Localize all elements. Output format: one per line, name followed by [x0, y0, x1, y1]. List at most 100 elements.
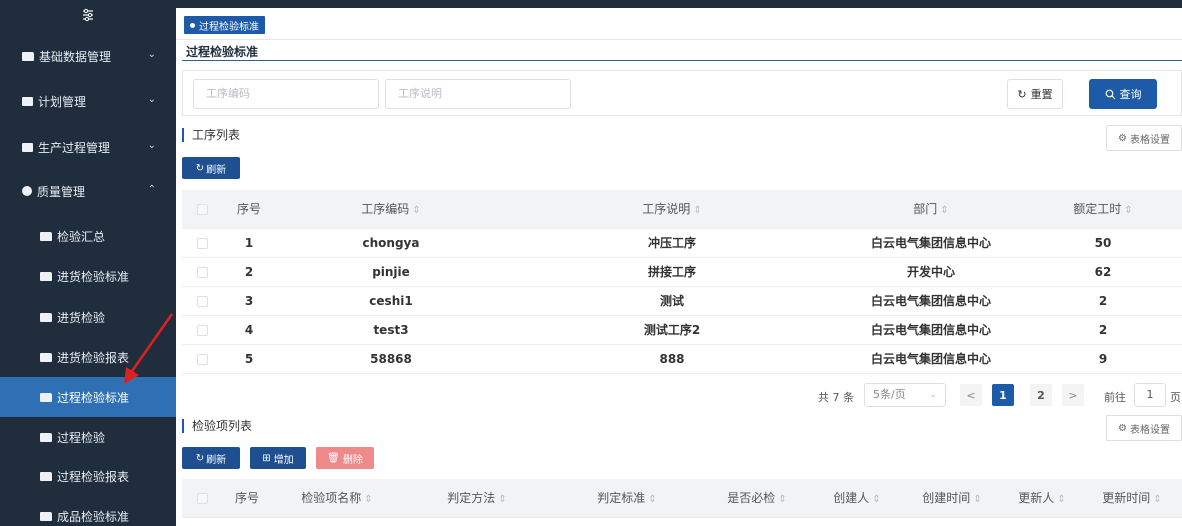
cell-no: 1	[222, 228, 276, 258]
select-all-cell	[182, 479, 222, 518]
refresh-icon: ↻	[195, 452, 205, 464]
col-header-updater[interactable]: 更新人 ⇕	[1002, 479, 1082, 518]
folder-icon	[22, 51, 34, 61]
col-header-label: 工序说明	[642, 202, 691, 217]
sort-icon[interactable]: ⇕	[778, 494, 786, 505]
page-button-1[interactable]: 1	[992, 384, 1014, 406]
menu-plan-label: 计划管理	[38, 94, 87, 109]
sort-icon[interactable]: ⇕	[1057, 494, 1065, 505]
col-header-label: 更新时间	[1102, 491, 1151, 506]
table-row[interactable]: 2 pinjie 拼接工序 开发中心 62	[182, 257, 1182, 287]
table-row[interactable]: 3 ceshi1 测试 白云电气集团信息中心 2	[182, 286, 1182, 316]
table-settings-button[interactable]: ⚙ 表格设置	[1106, 415, 1182, 441]
table-settings-label: 表格设置	[1129, 424, 1170, 436]
folder-icon	[40, 352, 52, 362]
col-header-label: 更新人	[1018, 491, 1055, 506]
col-header-required[interactable]: 是否必检 ⇕	[702, 479, 812, 518]
refresh-button[interactable]: ↻ 刷新	[182, 447, 240, 469]
add-button[interactable]: ⊞ 增加	[250, 447, 306, 469]
sort-icon[interactable]: ⇕	[1124, 205, 1132, 216]
reset-button[interactable]: ↻ 重置	[1007, 79, 1063, 109]
row-checkbox[interactable]	[196, 295, 208, 307]
chevron-down-icon: ⌄	[147, 140, 156, 151]
row-checkbox[interactable]	[196, 353, 208, 365]
menu-production-label: 生产过程管理	[38, 140, 111, 155]
sidebar-item-incoming-report[interactable]: 进货检验报表	[0, 337, 176, 377]
col-header-created-at[interactable]: 创建时间 ⇕	[902, 479, 1002, 518]
page-size-select[interactable]: 5条/页 ⌄	[864, 383, 946, 407]
sidebar-item-final-standard[interactable]: 成品检验标准	[0, 496, 176, 526]
sort-icon[interactable]: ⇕	[412, 205, 420, 216]
row-checkbox[interactable]	[196, 324, 208, 336]
process-code-input[interactable]: 工序编码	[193, 79, 379, 109]
cell-no: 2	[222, 257, 276, 287]
sidebar-toggle[interactable]	[0, 0, 176, 30]
col-header-hours[interactable]: 额定工时 ⇕	[1024, 190, 1182, 229]
col-header-code[interactable]: 工序编码 ⇕	[276, 190, 506, 229]
next-page-button[interactable]: >	[1062, 384, 1084, 406]
top-strip	[176, 0, 1182, 8]
sort-icon[interactable]: ⇕	[940, 205, 948, 216]
cell-dept: 开发中心	[838, 257, 1024, 287]
cell-hours: 2	[1024, 286, 1182, 316]
sort-icon[interactable]: ⇕	[973, 494, 981, 505]
sort-icon[interactable]: ⇕	[364, 494, 372, 505]
col-header-item-name[interactable]: 检验项名称 ⇕	[272, 479, 402, 518]
sidebar-item-incoming-inspection[interactable]: 进货检验	[0, 297, 176, 337]
cell-no: 5	[222, 344, 276, 374]
sort-icon[interactable]: ⇕	[498, 494, 506, 505]
menu-basic-data[interactable]: 基础数据管理 ⌄	[0, 36, 176, 76]
select-all-checkbox[interactable]	[196, 203, 208, 215]
col-header-method[interactable]: 判定方法 ⇕	[402, 479, 552, 518]
sidebar-item-inspection-summary[interactable]: 检验汇总	[0, 216, 176, 256]
col-header-label: 是否必检	[727, 491, 776, 506]
reset-label: 重置	[1030, 88, 1053, 101]
shield-icon	[22, 186, 32, 196]
col-header-no: 序号	[222, 190, 276, 229]
select-all-checkbox[interactable]	[196, 492, 208, 504]
sort-icon[interactable]: ⇕	[872, 494, 880, 505]
sidebar-item-label: 检验汇总	[57, 229, 106, 244]
col-header-standard[interactable]: 判定标准 ⇕	[552, 479, 702, 518]
row-checkbox[interactable]	[196, 266, 208, 278]
goto-page-input[interactable]: 1	[1134, 383, 1166, 407]
col-header-label: 工序编码	[361, 202, 410, 217]
chevron-down-icon: ⌄	[929, 390, 937, 400]
col-header-creator[interactable]: 创建人 ⇕	[812, 479, 902, 518]
refresh-icon: ↻	[1017, 87, 1027, 101]
col-header-updated-at[interactable]: 更新时间 ⇕	[1082, 479, 1182, 518]
col-header-desc[interactable]: 工序说明 ⇕	[506, 190, 838, 229]
folder-icon	[40, 312, 52, 322]
folder-icon	[40, 511, 52, 521]
cell-code: 58868	[276, 344, 506, 374]
row-select-cell	[182, 344, 222, 374]
refresh-button[interactable]: ↻ 刷新	[182, 157, 240, 179]
table-row[interactable]: 5 58868 888 白云电气集团信息中心 9	[182, 344, 1182, 374]
sort-icon[interactable]: ⇕	[648, 494, 656, 505]
sidebar-item-process-inspection[interactable]: 过程检验	[0, 417, 176, 457]
prev-page-button[interactable]: <	[960, 384, 982, 406]
col-header-dept[interactable]: 部门 ⇕	[838, 190, 1024, 229]
sort-icon[interactable]: ⇕	[693, 205, 701, 216]
table-row[interactable]: 1 chongya 冲压工序 白云电气集团信息中心 50	[182, 228, 1182, 258]
sidebar-item-incoming-standard[interactable]: 进货检验标准	[0, 256, 176, 296]
cell-hours: 9	[1024, 344, 1182, 374]
sidebar-item-label: 进货检验标准	[57, 269, 130, 284]
menu-quality[interactable]: 质量管理 ⌃	[0, 171, 176, 211]
cell-hours: 50	[1024, 228, 1182, 258]
tab-process-standard[interactable]: 过程检验标准	[184, 16, 265, 34]
page-button-2[interactable]: 2	[1030, 384, 1052, 406]
sidebar-item-process-report[interactable]: 过程检验报表	[0, 456, 176, 496]
table-settings-button[interactable]: ⚙ 表格设置	[1106, 125, 1182, 151]
delete-button[interactable]: 🗑 删除	[316, 447, 374, 469]
cell-code: pinjie	[276, 257, 506, 287]
menu-plan[interactable]: 计划管理 ⌄	[0, 81, 176, 121]
row-checkbox[interactable]	[196, 237, 208, 249]
query-button[interactable]: 查询	[1089, 79, 1157, 109]
sort-icon[interactable]: ⇕	[1153, 494, 1161, 505]
table-row[interactable]: 4 test3 测试工序2 白云电气集团信息中心 2	[182, 315, 1182, 345]
process-desc-input[interactable]: 工序说明	[385, 79, 571, 109]
row-select-cell	[182, 315, 222, 345]
menu-production[interactable]: 生产过程管理 ⌄	[0, 127, 176, 167]
cell-desc: 冲压工序	[506, 228, 838, 258]
